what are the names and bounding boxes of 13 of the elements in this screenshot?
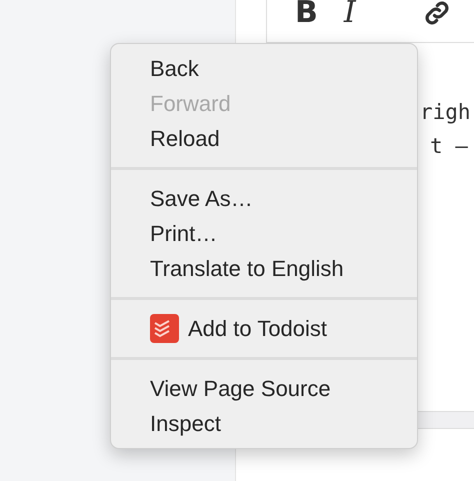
- menu-item[interactable]: Inspect: [111, 406, 417, 441]
- menu-item[interactable]: Add to Todoist: [111, 311, 417, 346]
- menu-item[interactable]: View Page Source: [111, 371, 417, 406]
- italic-button[interactable]: I: [344, 0, 356, 28]
- menu-item[interactable]: Back: [111, 51, 417, 86]
- bold-button[interactable]: B: [295, 0, 318, 28]
- menu-item[interactable]: Reload: [111, 121, 417, 156]
- code-line: t –: [429, 133, 469, 160]
- menu-item[interactable]: Print…: [111, 216, 417, 251]
- menu-item[interactable]: Save As…: [111, 181, 417, 216]
- code-line: righ: [420, 99, 472, 126]
- stacked-lines-icon: [150, 314, 179, 343]
- menu-item[interactable]: Translate to English: [111, 251, 417, 286]
